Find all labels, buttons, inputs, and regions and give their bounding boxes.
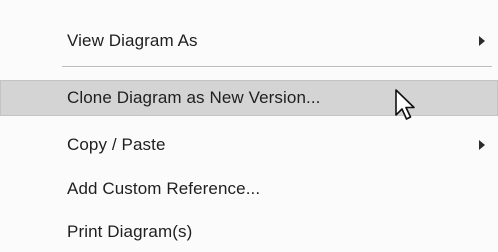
menu-item-label: Print Diagram(s) xyxy=(67,222,193,241)
menu-item-view-diagram-as[interactable]: View Diagram As xyxy=(0,23,498,59)
menu-item-label: View Diagram As xyxy=(67,31,198,50)
menu-separator xyxy=(62,66,492,68)
menu-item-print-diagrams[interactable]: Print Diagram(s) xyxy=(0,214,498,250)
menu-item-add-custom-reference[interactable]: Add Custom Reference... xyxy=(0,171,498,207)
chevron-right-icon xyxy=(479,140,485,150)
mouse-pointer-icon xyxy=(395,89,415,120)
chevron-right-icon xyxy=(479,36,485,46)
menu-item-label: Add Custom Reference... xyxy=(67,179,261,198)
context-menu: View Diagram As Clone Diagram as New Ver… xyxy=(0,0,498,252)
menu-item-label: Clone Diagram as New Version... xyxy=(67,88,321,107)
menu-item-label: Copy / Paste xyxy=(67,135,166,154)
menu-item-clone-diagram-as-new-version[interactable]: Clone Diagram as New Version... xyxy=(0,80,498,116)
menu-item-copy-paste[interactable]: Copy / Paste xyxy=(0,127,498,163)
